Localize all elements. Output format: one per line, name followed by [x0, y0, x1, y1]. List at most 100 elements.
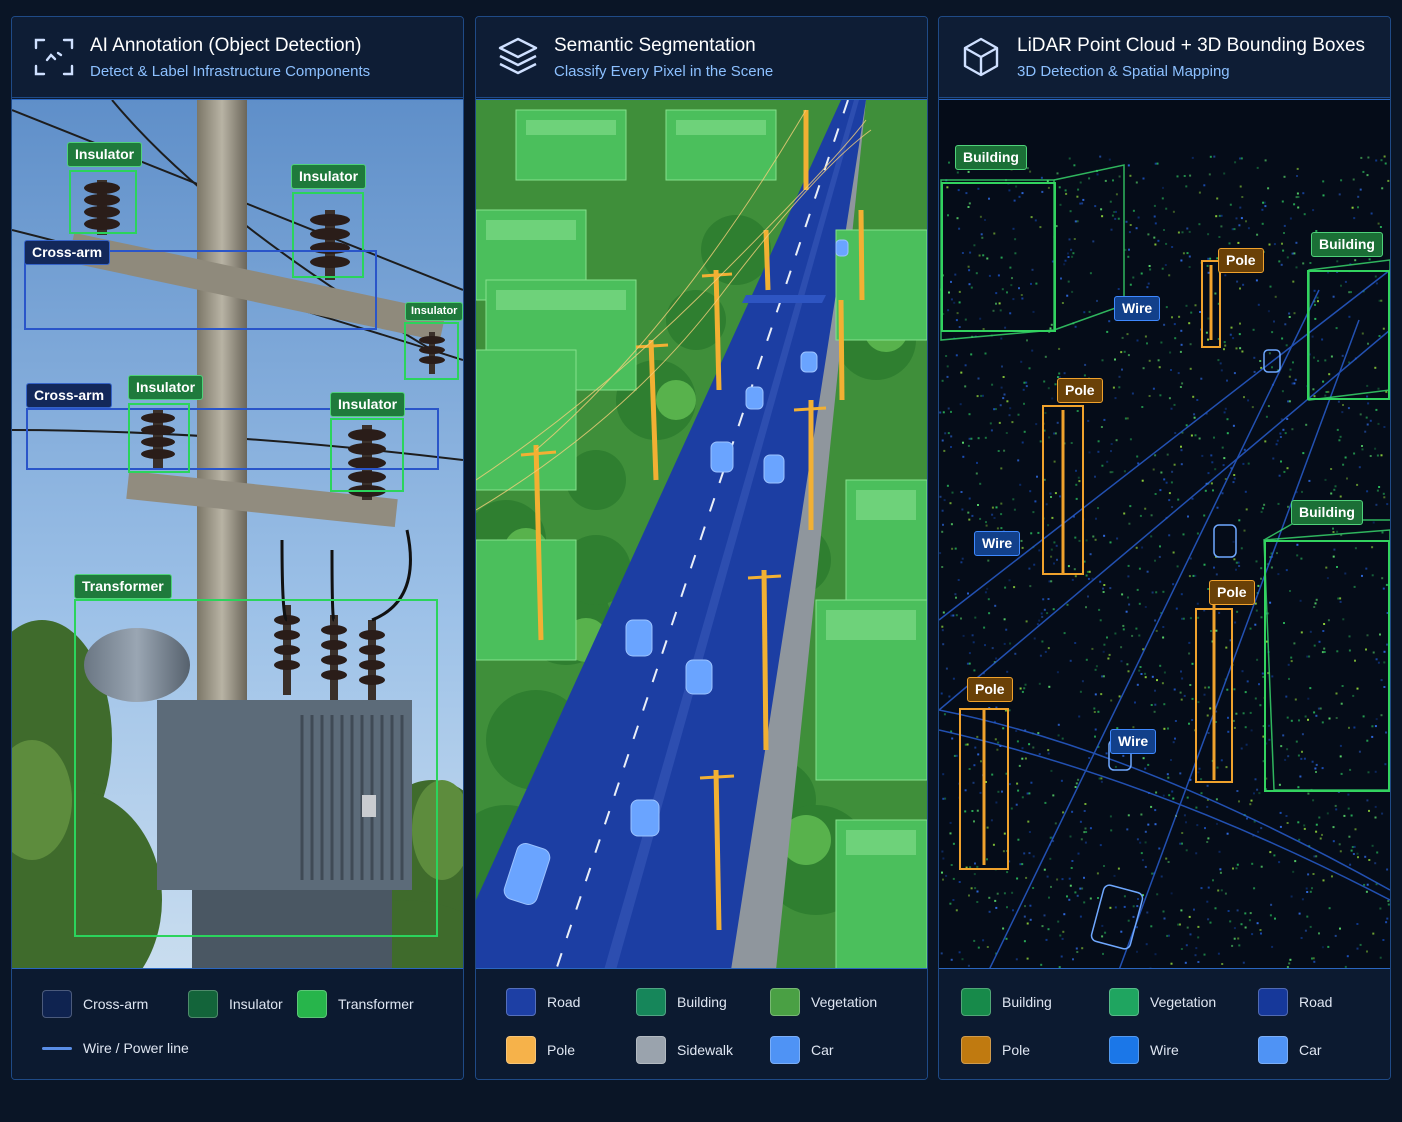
insulator-box	[69, 170, 137, 234]
legend-label: Car	[1299, 1042, 1322, 1058]
legend-label: Insulator	[229, 996, 283, 1012]
legend-item-road: Road	[506, 988, 580, 1016]
legend-item-road: Road	[1258, 988, 1332, 1016]
crossarm-label: Cross-arm	[24, 240, 111, 265]
legend-swatch	[506, 988, 536, 1016]
panel-title: AI Annotation (Object Detection)	[90, 35, 362, 56]
legend-label: Building	[1002, 994, 1052, 1010]
wire-label: Wire	[974, 531, 1021, 556]
segmented-street-scene	[476, 100, 927, 968]
legend-item-vegetation: Vegetation	[770, 988, 877, 1016]
legend-swatch	[961, 988, 991, 1016]
legend-swatch	[770, 988, 800, 1016]
legend-item-pole: Pole	[961, 1036, 1030, 1064]
building-label: Building	[955, 145, 1027, 170]
legend-label: Car	[811, 1042, 834, 1058]
insulator-label: Insulator	[67, 142, 143, 167]
legend: Cross-arm Insulator Transformer Wire / P…	[12, 970, 463, 1079]
legend-item-insulator: Insulator	[188, 990, 283, 1018]
legend-label: Wire / Power line	[83, 1040, 189, 1056]
legend-label: Wire	[1150, 1042, 1179, 1058]
legend-swatch	[636, 1036, 666, 1064]
legend-label: Vegetation	[1150, 994, 1217, 1010]
insulator-label: Insulator	[405, 302, 463, 321]
object-detection-panel: AI Annotation (Object Detection) Detect …	[11, 16, 464, 1080]
insulator-label: Insulator	[330, 392, 406, 417]
legend-item-building: Building	[636, 988, 727, 1016]
segmentation-image	[476, 99, 927, 969]
legend-item-crossarm: Cross-arm	[42, 990, 148, 1018]
insulator-label: Insulator	[291, 164, 367, 189]
lidar-panel: LiDAR Point Cloud + 3D Bounding Boxes 3D…	[938, 16, 1391, 1080]
panel-title: Semantic Segmentation	[554, 35, 756, 56]
panel-header: LiDAR Point Cloud + 3D Bounding Boxes 3D…	[939, 17, 1390, 98]
legend-line-swatch	[42, 1046, 72, 1050]
panel-header: AI Annotation (Object Detection) Detect …	[12, 17, 463, 98]
legend-swatch	[297, 990, 327, 1018]
panel-title: LiDAR Point Cloud + 3D Bounding Boxes	[1017, 35, 1366, 56]
legend: Road Building Vegetation Pole Sidewalk C…	[476, 970, 927, 1079]
legend-item-wire: Wire	[1109, 1036, 1179, 1064]
legend-swatch	[1109, 1036, 1139, 1064]
crossarm-label: Cross-arm	[26, 383, 113, 408]
legend-item-building: Building	[961, 988, 1052, 1016]
legend-label: Transformer	[338, 996, 414, 1012]
wire-label: Wire	[1110, 729, 1157, 754]
building-box	[1264, 540, 1390, 792]
legend-item-car: Car	[770, 1036, 834, 1064]
cube-icon	[963, 37, 999, 77]
building-label: Building	[1291, 500, 1363, 525]
legend: Building Vegetation Road Pole Wire Car	[939, 970, 1390, 1079]
pole-box	[1201, 260, 1221, 348]
legend-swatch	[961, 1036, 991, 1064]
detection-image: Insulator Insulator Cross-arm Insulator …	[12, 99, 463, 969]
scan-icon	[34, 38, 74, 76]
legend-item-vegetation: Vegetation	[1109, 988, 1216, 1016]
legend-label: Road	[1299, 994, 1333, 1010]
pole-label: Pole	[1209, 580, 1255, 605]
legend-swatch	[770, 1036, 800, 1064]
insulator-box	[128, 403, 190, 473]
pole-label: Pole	[1057, 378, 1103, 403]
building-box	[1307, 270, 1390, 400]
legend-item-transformer: Transformer	[297, 990, 414, 1018]
insulator-box	[404, 322, 459, 380]
legend-item-wire: Wire / Power line	[42, 1040, 189, 1056]
legend-item-car: Car	[1258, 1036, 1322, 1064]
panel-subtitle: 3D Detection & Spatial Mapping	[1017, 63, 1230, 80]
wire-label: Wire	[1114, 296, 1161, 321]
legend-label: Road	[547, 994, 581, 1010]
pole-label: Pole	[1218, 248, 1264, 273]
legend-label: Vegetation	[811, 994, 878, 1010]
legend-swatch	[636, 988, 666, 1016]
layers-icon	[498, 37, 538, 75]
legend-label: Pole	[1002, 1042, 1031, 1058]
pole-box	[1195, 608, 1233, 783]
panel-header: Semantic Segmentation Classify Every Pix…	[476, 17, 927, 98]
pole-box	[959, 708, 1009, 870]
legend-swatch	[1258, 988, 1288, 1016]
legend-swatch	[42, 990, 72, 1018]
legend-swatch	[188, 990, 218, 1018]
transformer-label: Transformer	[74, 574, 172, 599]
semantic-segmentation-panel: Semantic Segmentation Classify Every Pix…	[475, 16, 928, 1080]
legend-label: Sidewalk	[677, 1042, 734, 1058]
legend-label: Pole	[547, 1042, 576, 1058]
legend-label: Building	[677, 994, 727, 1010]
building-label: Building	[1311, 232, 1383, 257]
panel-subtitle: Detect & Label Infrastructure Components	[90, 63, 371, 80]
pole-box	[1042, 405, 1084, 575]
panel-subtitle: Classify Every Pixel in the Scene	[554, 63, 774, 80]
legend-item-sidewalk: Sidewalk	[636, 1036, 733, 1064]
transformer-box	[74, 599, 438, 937]
legend-swatch	[506, 1036, 536, 1064]
insulator-label: Insulator	[128, 375, 204, 400]
insulator-box	[330, 418, 404, 492]
pole-label: Pole	[967, 677, 1013, 702]
building-box	[941, 182, 1056, 332]
legend-label: Cross-arm	[83, 996, 149, 1012]
legend-item-pole: Pole	[506, 1036, 575, 1064]
legend-swatch	[1258, 1036, 1288, 1064]
lidar-image: Building Building Building Pole Pole Pol…	[939, 99, 1390, 969]
legend-swatch	[1109, 988, 1139, 1016]
